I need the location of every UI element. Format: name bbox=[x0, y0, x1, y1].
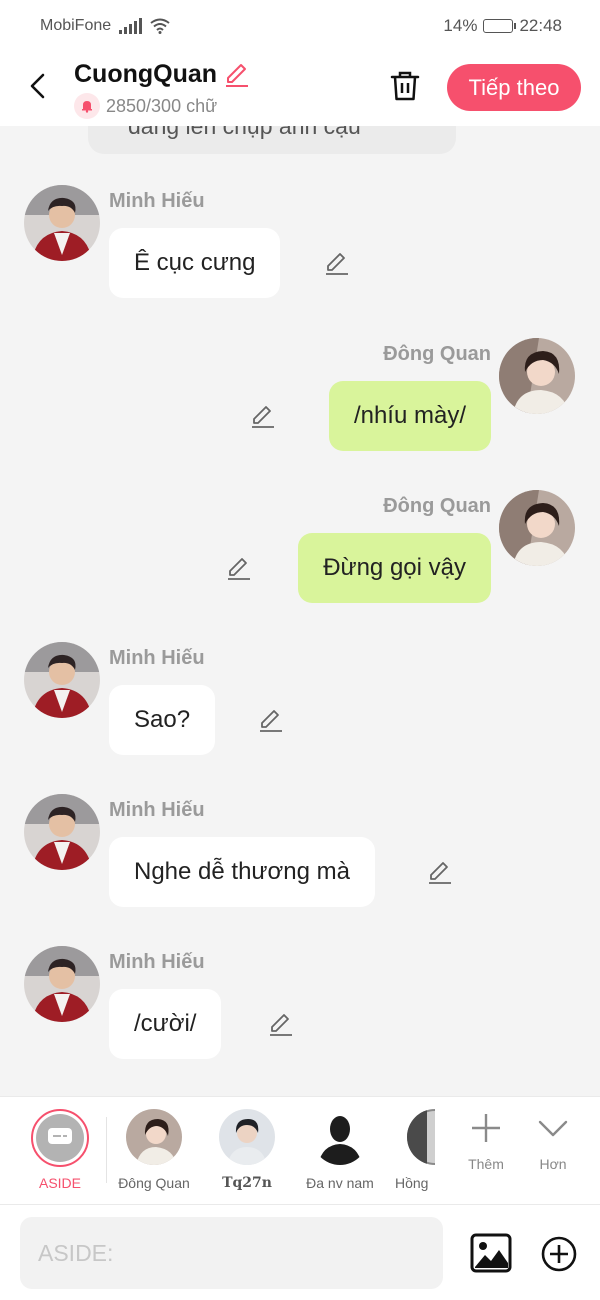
avatar-minh-hieu[interactable] bbox=[24, 642, 100, 718]
back-button[interactable] bbox=[22, 66, 54, 106]
delete-button[interactable] bbox=[386, 66, 424, 106]
trash-icon bbox=[390, 71, 420, 101]
avatar bbox=[219, 1109, 275, 1165]
sender-name: Minh Hiếu bbox=[109, 190, 205, 212]
edit-message-icon[interactable] bbox=[225, 555, 253, 583]
wifi-icon bbox=[150, 18, 170, 34]
avatar-minh-hieu[interactable] bbox=[24, 185, 100, 261]
bell-icon bbox=[74, 93, 100, 119]
edit-title-icon[interactable] bbox=[223, 61, 251, 89]
chat-message: Minh Hiếu Sao? bbox=[0, 642, 600, 772]
sender-name: Minh Hiếu bbox=[109, 647, 205, 669]
character-da-nv-nam[interactable]: Đa nv nam bbox=[295, 1109, 385, 1191]
character-label: Tq27n bbox=[222, 1175, 272, 1191]
message-bubble[interactable]: Sao? bbox=[109, 685, 216, 755]
avatar-minh-hieu[interactable] bbox=[24, 946, 100, 1022]
edit-message-icon[interactable] bbox=[267, 1011, 295, 1039]
chat-message: Đông Quan Đừng gọi vậy bbox=[0, 490, 600, 620]
avatar-dong-quan[interactable] bbox=[499, 338, 575, 414]
signal-icon bbox=[119, 18, 143, 34]
character-aside[interactable]: ASIDE bbox=[15, 1109, 105, 1191]
word-count: 2850/300 chữ bbox=[106, 95, 218, 116]
divider bbox=[106, 1117, 107, 1183]
character-label: Đa nv nam bbox=[306, 1175, 374, 1191]
message-bubble[interactable]: /cười/ bbox=[109, 989, 222, 1059]
edit-message-icon[interactable] bbox=[323, 250, 351, 278]
chevron-left-icon bbox=[30, 73, 45, 99]
character-dong-quan[interactable]: Đông Quan bbox=[109, 1109, 199, 1191]
add-character-button[interactable]: Thêm bbox=[456, 1111, 516, 1172]
previous-message-text: đang lén chụp ảnh cậu bbox=[128, 126, 361, 139]
character-label: Đông Quan bbox=[118, 1175, 190, 1191]
chat-message: Minh Hiếu Nghe dễ thương mà bbox=[0, 794, 600, 924]
carrier-name: MobiFone bbox=[40, 17, 112, 34]
sender-name: Minh Hiếu bbox=[109, 951, 205, 973]
add-button[interactable] bbox=[540, 1235, 578, 1273]
add-label: Thêm bbox=[468, 1156, 504, 1172]
sender-name: Đông Quan bbox=[383, 343, 491, 365]
message-bubble[interactable]: Nghe dễ thương mà bbox=[109, 837, 375, 907]
chat-bubble-icon bbox=[48, 1128, 72, 1144]
clock: 22:48 bbox=[519, 16, 562, 35]
chat-message: Minh Hiếu /cười/ bbox=[0, 946, 600, 1076]
character-label: Hồng bbox=[395, 1175, 429, 1191]
chat-message: Đông Quan /nhíu mày/ bbox=[0, 338, 600, 468]
avatar bbox=[312, 1109, 368, 1165]
chevron-down-icon bbox=[538, 1120, 568, 1137]
input-bar bbox=[0, 1204, 600, 1300]
character-selector: ASIDE Đông Quan Tq27n Đa nv nam Hồng Thê… bbox=[0, 1096, 600, 1204]
image-icon bbox=[470, 1233, 512, 1273]
story-title: CuongQuan bbox=[74, 60, 218, 88]
character-tq27n[interactable]: Tq27n bbox=[202, 1109, 292, 1191]
avatar bbox=[407, 1109, 435, 1165]
status-bar: MobiFone 14% 22:48 bbox=[0, 0, 600, 52]
previous-message-bubble: đang lén chụp ảnh cậu bbox=[88, 126, 456, 154]
plus-circle-icon bbox=[541, 1236, 577, 1272]
avatar-dong-quan[interactable] bbox=[499, 490, 575, 566]
more-label: Hơn bbox=[539, 1156, 567, 1172]
more-button[interactable]: Hơn bbox=[523, 1111, 583, 1172]
header: CuongQuan 2850/300 chữ Tiếp theo bbox=[0, 52, 600, 126]
battery-percent: 14% bbox=[443, 16, 478, 35]
edit-message-icon[interactable] bbox=[249, 403, 277, 431]
battery-icon bbox=[483, 19, 517, 33]
character-label: ASIDE bbox=[38, 1175, 81, 1191]
chat-message: Minh Hiếu Ê cục cưng bbox=[0, 185, 600, 315]
aside-avatar bbox=[31, 1109, 89, 1167]
sender-name: Minh Hiếu bbox=[109, 799, 205, 821]
message-input[interactable] bbox=[20, 1217, 443, 1289]
edit-message-icon[interactable] bbox=[257, 707, 285, 735]
avatar bbox=[126, 1109, 182, 1165]
insert-image-button[interactable] bbox=[470, 1233, 512, 1273]
edit-message-icon[interactable] bbox=[426, 859, 454, 887]
plus-icon bbox=[472, 1114, 500, 1142]
next-button[interactable]: Tiếp theo bbox=[447, 64, 581, 111]
sender-name: Đông Quan bbox=[383, 495, 491, 517]
message-bubble[interactable]: /nhíu mày/ bbox=[328, 381, 491, 451]
character-hong[interactable]: Hồng bbox=[375, 1109, 435, 1191]
avatar-minh-hieu[interactable] bbox=[24, 794, 100, 870]
message-bubble[interactable]: Đừng gọi vậy bbox=[298, 533, 491, 603]
chat-area[interactable]: đang lén chụp ảnh cậu Minh Hiếu Ê cục cư… bbox=[0, 126, 600, 1096]
message-bubble[interactable]: Ê cục cưng bbox=[109, 228, 281, 298]
